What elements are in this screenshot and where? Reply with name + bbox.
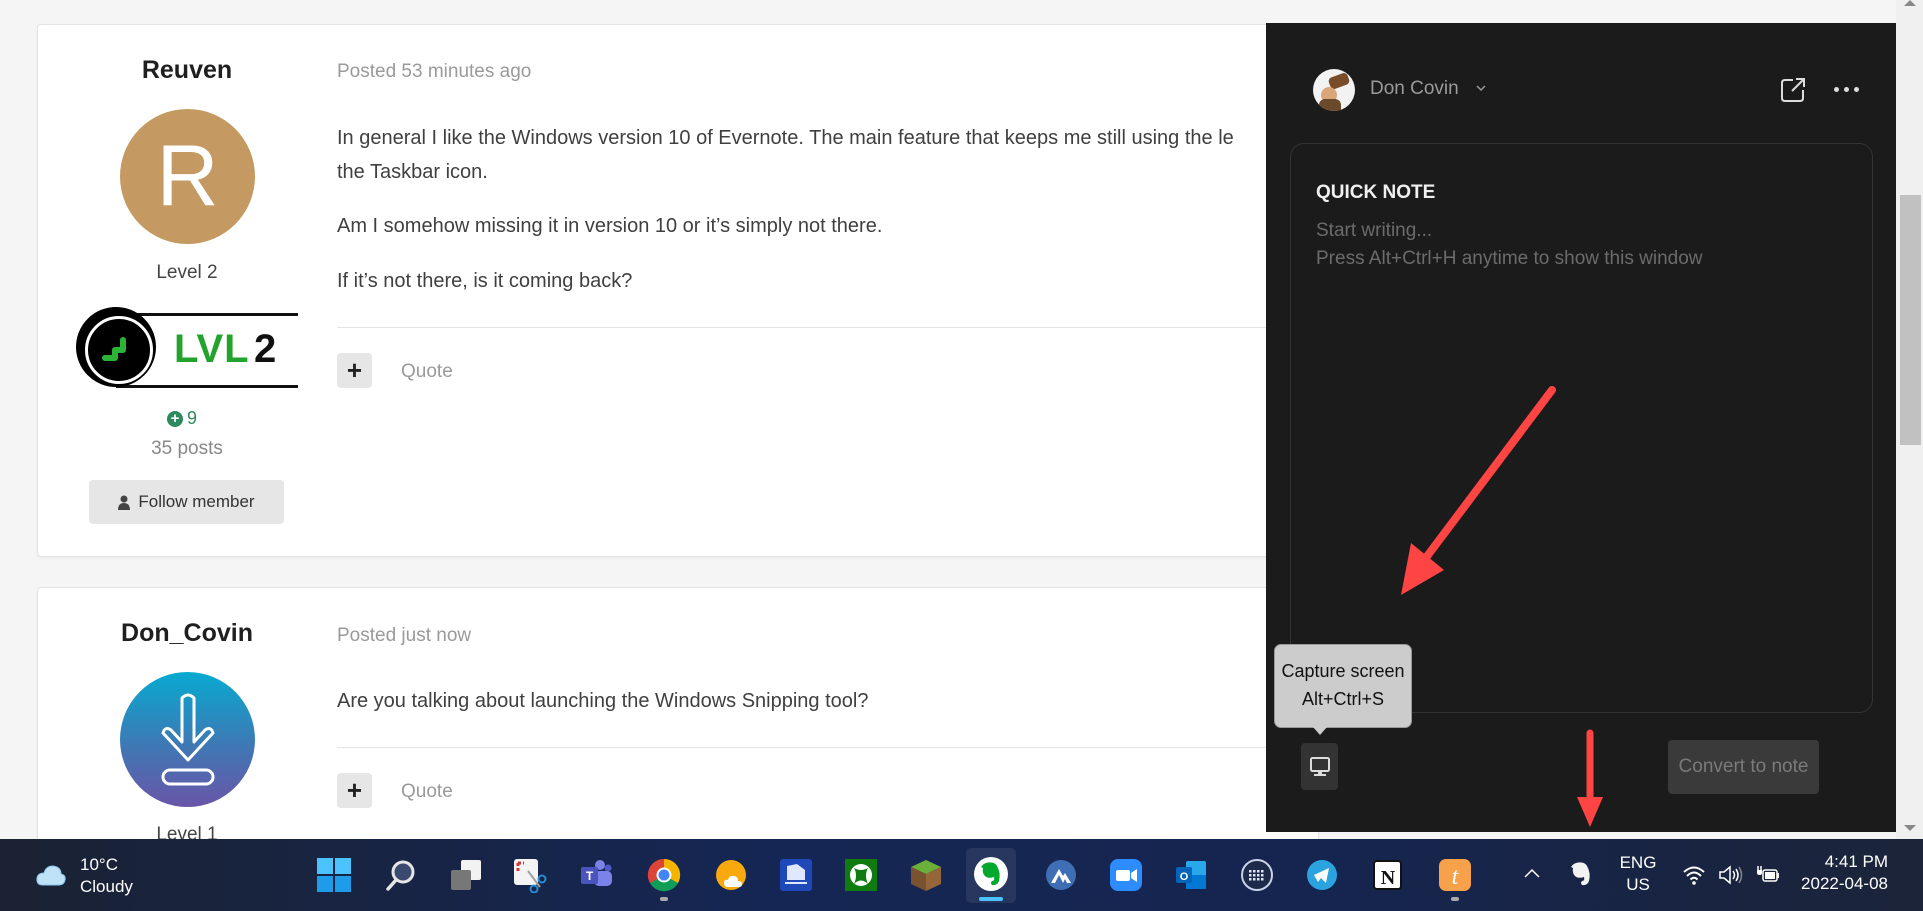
outlook-button[interactable]: O	[1173, 857, 1209, 893]
start-button[interactable]	[316, 857, 352, 893]
post-author-name[interactable]: Don_Covin	[67, 619, 307, 648]
evernote-taskbar-active[interactable]	[966, 848, 1016, 903]
language-line2: US	[1626, 875, 1650, 894]
outlook-icon: O	[1176, 861, 1206, 889]
telegram-icon	[1307, 860, 1337, 890]
monitor-icon	[1309, 756, 1330, 776]
tooltip-title: Capture screen	[1281, 661, 1405, 681]
user-icon	[118, 495, 131, 510]
evernote-icon	[981, 862, 1000, 886]
svg-text:O: O	[1180, 871, 1189, 883]
clock-time: 4:41 PM	[1824, 852, 1888, 871]
xbox-icon	[845, 859, 877, 891]
nordvpn-icon	[1046, 860, 1076, 890]
zoom-button[interactable]	[1108, 857, 1144, 893]
author-level: Level 2	[156, 262, 218, 283]
scroll-up-arrow[interactable]	[1904, 0, 1916, 6]
teams-icon: T	[581, 860, 612, 886]
volume-icon[interactable]	[1718, 864, 1744, 886]
level-badge: LVL 2	[76, 307, 298, 395]
post-timestamp: Posted 53 minutes ago	[337, 61, 532, 82]
quick-note-window: Don Covin QUICK NOTE Start writing... Pr…	[1266, 23, 1896, 832]
task-view-icon	[451, 860, 481, 890]
post-count: 35 posts	[151, 438, 223, 459]
windows-icon	[317, 858, 351, 892]
quote-button[interactable]: Quote	[401, 781, 453, 803]
post-paragraph: If it’s not there, is it coming back?	[337, 270, 633, 292]
zoom-icon	[1110, 859, 1142, 891]
level-badge-number: 2	[254, 327, 277, 371]
keypad-app-button[interactable]	[1239, 857, 1275, 893]
post-paragraph: Am I somehow missing it in version 10 or…	[337, 215, 883, 237]
author-avatar[interactable]	[120, 672, 255, 807]
search-icon	[386, 860, 415, 891]
quote-button[interactable]: Quote	[401, 361, 453, 383]
reader-app-icon	[780, 859, 812, 891]
language-indicator[interactable]: ENG US	[1616, 852, 1660, 896]
xbox-button[interactable]	[843, 857, 879, 893]
weather-desc: Cloudy	[80, 877, 133, 896]
clock[interactable]: 4:41 PM 2022-04-08	[1800, 851, 1888, 895]
reputation-count: 9	[187, 408, 198, 428]
weather-app-icon	[716, 860, 746, 890]
avatar-letter: R	[156, 128, 219, 224]
weather-app-button[interactable]	[713, 857, 749, 893]
follow-member-button[interactable]: Follow member	[89, 480, 284, 524]
minecraft-icon	[911, 860, 941, 891]
snipping-tool-icon	[514, 859, 547, 893]
level-badge-icon	[76, 307, 156, 387]
battery-charging-icon[interactable]	[1754, 864, 1780, 884]
task-view-button[interactable]	[448, 857, 484, 893]
level-badge-text: LVL	[174, 327, 250, 371]
search-button[interactable]	[383, 857, 419, 893]
author-avatar[interactable]: R	[120, 109, 255, 244]
post-divider	[337, 747, 1267, 748]
nordvpn-button[interactable]	[1043, 857, 1079, 893]
convert-to-note-button[interactable]: Convert to note	[1668, 740, 1819, 794]
scrollbar-thumb[interactable]	[1900, 195, 1921, 445]
scroll-down-arrow[interactable]	[1904, 825, 1916, 831]
language-line1: ENG	[1619, 853, 1657, 872]
post-paragraph: the Taskbar icon.	[337, 161, 488, 183]
capture-screen-button[interactable]	[1301, 743, 1338, 790]
notion-icon: N	[1373, 860, 1402, 890]
reputation-plus-icon: +	[167, 410, 183, 427]
clock-date: 2022-04-08	[1801, 874, 1888, 893]
wifi-icon[interactable]	[1682, 865, 1706, 885]
snipping-tool-button[interactable]	[512, 857, 548, 893]
tooltip-shortcut: Alt+Ctrl+S	[1301, 689, 1385, 709]
chrome-button[interactable]	[646, 857, 682, 901]
convert-to-note-label: Convert to note	[1678, 756, 1809, 777]
show-hidden-icons-chevron[interactable]	[1523, 867, 1541, 879]
capture-screen-tooltip: Capture screen Alt+Ctrl+S	[1274, 644, 1412, 735]
evernote-tray-icon[interactable]	[1570, 861, 1592, 887]
follow-member-label: Follow member	[138, 492, 255, 511]
reputation: + 9	[167, 408, 197, 429]
post-author-name[interactable]: Reuven	[67, 56, 307, 85]
chrome-icon	[647, 858, 681, 892]
keypad-icon	[1241, 859, 1273, 891]
reaction-add-button[interactable]: +	[337, 773, 372, 808]
reader-app-button[interactable]	[778, 857, 814, 893]
notion-button[interactable]: N	[1370, 857, 1406, 893]
cloud-icon	[36, 865, 66, 886]
post-paragraph: In general I like the Windows version 10…	[337, 127, 1234, 149]
t-app-icon: t	[1439, 859, 1471, 891]
reaction-add-button[interactable]: +	[337, 353, 372, 388]
download-icon	[161, 693, 214, 785]
t-app-button[interactable]: t	[1437, 857, 1473, 901]
taskbar: 10°C Cloudy T O N t ENG US 4:41 PM 2022-…	[0, 839, 1923, 911]
post-card	[37, 24, 1319, 557]
post-divider	[337, 327, 1267, 328]
post-timestamp: Posted just now	[337, 625, 472, 646]
svg-text:T: T	[586, 869, 594, 883]
teams-button[interactable]: T	[578, 857, 614, 893]
page-scrollbar[interactable]	[1896, 0, 1923, 839]
weather-widget[interactable]: 10°C Cloudy	[30, 849, 150, 901]
svg-text:N: N	[1381, 867, 1396, 889]
telegram-button[interactable]	[1304, 857, 1340, 893]
weather-temp: 10°C	[80, 855, 118, 874]
minecraft-button[interactable]	[908, 857, 944, 893]
post-paragraph: Are you talking about launching the Wind…	[337, 690, 869, 712]
